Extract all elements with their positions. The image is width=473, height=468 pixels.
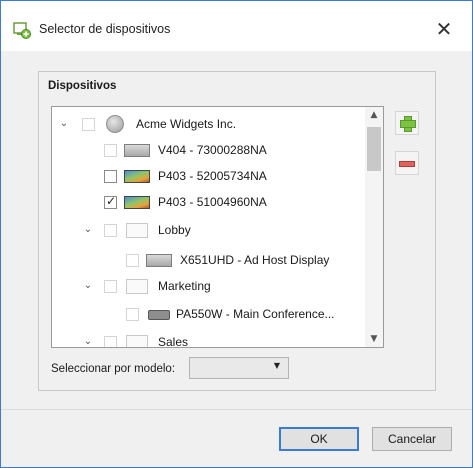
folder-icon <box>126 279 148 294</box>
tree-item-lobby[interactable]: ⌄ Lobby <box>52 217 365 243</box>
tree-item-checkbox[interactable] <box>104 224 117 237</box>
scrollbar-thumb[interactable] <box>367 127 381 171</box>
display-icon <box>124 196 150 209</box>
tree-item-acme-widgets[interactable]: ⌄ Acme Widgets Inc. <box>52 111 365 137</box>
folder-icon <box>126 335 148 347</box>
tree-vertical-scrollbar[interactable]: ▲ ▼ <box>365 107 383 347</box>
device-picker-icon <box>13 22 31 39</box>
folder-icon <box>126 223 148 238</box>
cancel-button[interactable]: Cancelar <box>372 427 452 451</box>
tree-item-pa550w[interactable]: PA550W - Main Conference... <box>52 301 365 327</box>
close-button[interactable]: ✕ <box>429 15 459 43</box>
tree-item-checkbox[interactable]: ✓ <box>104 194 117 209</box>
checkmark-icon: ✓ <box>106 194 117 208</box>
close-icon: ✕ <box>435 17 453 41</box>
projector-icon <box>148 310 170 320</box>
tree-item-p403-52005734[interactable]: P403 - 52005734NA <box>52 163 365 189</box>
scroll-down-icon[interactable]: ▼ <box>365 331 383 347</box>
tree-item-checkbox[interactable] <box>126 254 139 267</box>
device-tree[interactable]: ⌄ Acme Widgets Inc. V404 - 73000288NA P4… <box>51 106 384 348</box>
device-selector-dialog: Selector de dispositivos ✕ Dispositivos … <box>0 0 473 468</box>
display-icon <box>124 144 150 157</box>
tree-item-label: Lobby <box>158 223 191 237</box>
dialog-title: Selector de dispositivos <box>39 22 171 36</box>
model-filter-label: Seleccionar por modelo: <box>51 363 176 375</box>
tree-item-p403-51004960[interactable]: ✓ P403 - 51004960NA <box>52 189 365 215</box>
tree-item-label: X651UHD - Ad Host Display <box>180 253 330 267</box>
tree-item-checkbox[interactable] <box>104 144 117 157</box>
model-filter-select[interactable]: ▼ <box>189 357 289 379</box>
tree-item-checkbox[interactable] <box>126 308 139 321</box>
display-icon <box>146 254 172 267</box>
title-bar: Selector de dispositivos ✕ <box>1 1 472 51</box>
tree-item-label: P403 - 52005734NA <box>158 169 267 183</box>
chevron-down-icon[interactable]: ⌄ <box>82 329 94 347</box>
ok-button[interactable]: OK <box>279 427 359 451</box>
tree-item-checkbox[interactable] <box>104 280 117 293</box>
devices-group-label: Dispositivos <box>48 80 117 92</box>
tree-item-label: V404 - 73000288NA <box>158 143 267 157</box>
scroll-up-icon[interactable]: ▲ <box>365 107 383 123</box>
remove-device-button[interactable] <box>395 151 419 175</box>
minus-icon <box>399 161 415 167</box>
organization-icon <box>106 115 124 133</box>
tree-item-x651uhd[interactable]: X651UHD - Ad Host Display <box>52 247 365 273</box>
tree-item-marketing[interactable]: ⌄ Marketing <box>52 273 365 299</box>
tree-item-checkbox[interactable] <box>82 118 95 131</box>
tree-item-label: PA550W - Main Conference... <box>176 307 335 321</box>
tree-item-checkbox[interactable] <box>104 336 117 347</box>
tree-item-label: Acme Widgets Inc. <box>136 117 237 131</box>
add-device-button[interactable] <box>395 111 419 135</box>
chevron-down-icon[interactable]: ⌄ <box>82 217 94 243</box>
footer-divider <box>1 409 472 410</box>
tree-item-label: Marketing <box>158 279 211 293</box>
tree-item-label: Sales <box>158 335 189 348</box>
tree-item-label: P403 - 51004960NA <box>158 195 267 209</box>
chevron-down-icon[interactable]: ⌄ <box>58 111 70 137</box>
plus-icon <box>400 116 416 132</box>
tree-item-v404[interactable]: V404 - 73000288NA <box>52 137 365 163</box>
display-icon <box>124 170 150 183</box>
chevron-down-icon[interactable]: ⌄ <box>82 273 94 299</box>
tree-item-checkbox[interactable] <box>104 170 117 183</box>
tree-item-sales[interactable]: ⌄ Sales <box>52 329 365 348</box>
dropdown-arrow-icon: ▼ <box>273 361 280 370</box>
